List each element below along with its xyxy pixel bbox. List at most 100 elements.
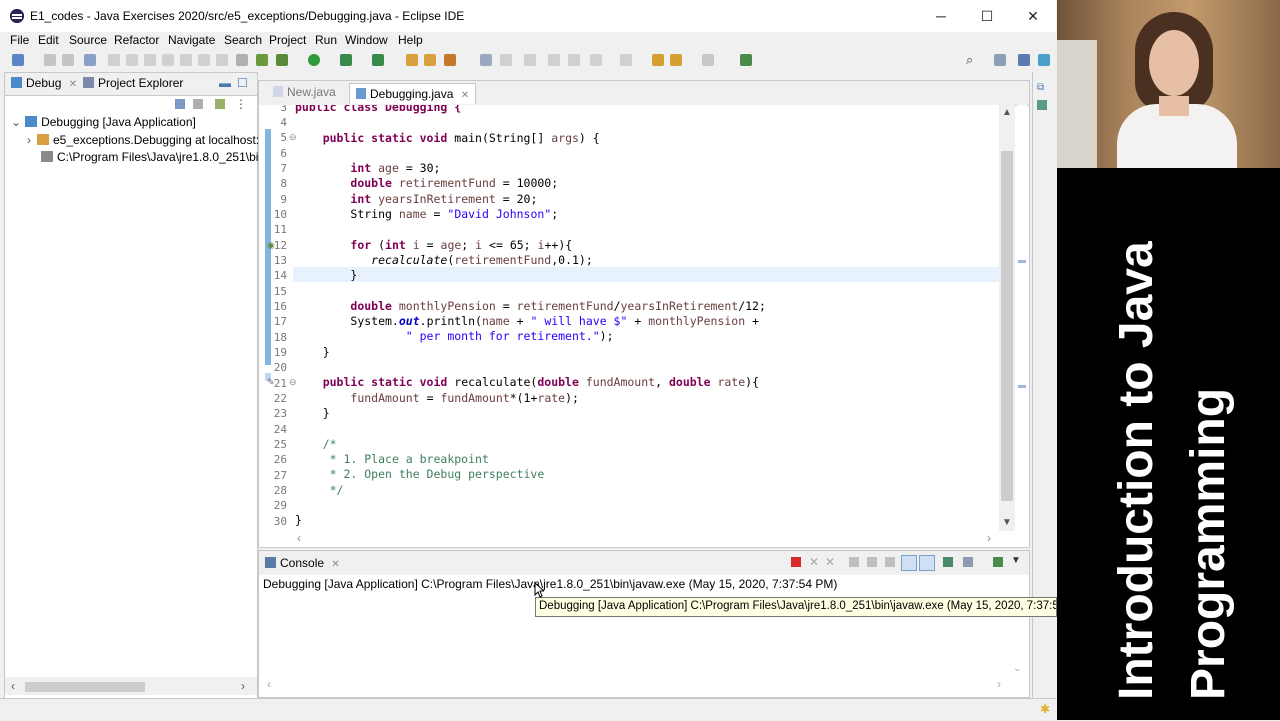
terminate-icon[interactable] — [791, 557, 801, 567]
editor-horizontal-scrollbar[interactable]: ‹ › — [259, 531, 1015, 545]
new-java-project-icon[interactable] — [406, 54, 418, 66]
remove-all-terminated-icon[interactable]: ✕ — [825, 555, 835, 569]
tab-new-java[interactable]: New.java — [273, 85, 336, 99]
scrollbar-thumb[interactable] — [25, 682, 145, 692]
toggle-mark-occurrences-icon[interactable] — [480, 54, 492, 66]
tree-item-process[interactable]: C:\Program Files\Java\jre1.8.0_251\bin\ — [41, 150, 268, 164]
forward-icon[interactable] — [702, 54, 714, 66]
close-button[interactable]: ✕ — [1010, 4, 1056, 28]
next-edit-icon[interactable] — [590, 54, 602, 66]
external-tools-icon[interactable] — [372, 54, 384, 66]
minimize-button[interactable]: ─ — [918, 4, 964, 28]
new-package-icon[interactable] — [424, 54, 436, 66]
breakpoint-marker-icon[interactable]: ◉ — [267, 240, 275, 251]
scroll-right-icon[interactable]: › — [997, 677, 1001, 691]
show-console-stdout-icon[interactable] — [901, 555, 917, 571]
scroll-down-icon[interactable]: ▼ — [1002, 517, 1012, 528]
word-wrap-icon[interactable] — [885, 557, 895, 567]
back-history-icon[interactable] — [670, 54, 682, 66]
menu-search[interactable]: Search — [224, 33, 262, 47]
chevron-down-icon[interactable]: ⌄ — [11, 115, 21, 129]
open-console-icon[interactable] — [993, 557, 1003, 567]
menu-source[interactable]: Source — [69, 33, 107, 47]
editor-vertical-scrollbar[interactable]: ▲ ▼ — [999, 105, 1015, 533]
pilcrow-icon[interactable] — [568, 54, 580, 66]
console-vertical-scrollbar[interactable]: ⌄ — [1011, 577, 1025, 687]
overview-ruler[interactable] — [1017, 105, 1027, 533]
scroll-left-icon[interactable]: ‹ — [11, 679, 15, 693]
scroll-right-icon[interactable]: › — [241, 679, 245, 693]
scroll-up-icon[interactable]: ▲ — [1002, 107, 1012, 118]
tree-item-java-application[interactable]: ⌄ Debugging [Java Application] — [11, 115, 196, 129]
use-step-filters-icon[interactable] — [256, 54, 268, 66]
terminate-icon[interactable] — [144, 54, 156, 66]
save-all-icon[interactable] — [62, 54, 74, 66]
disconnect-icon[interactable] — [162, 54, 174, 66]
lightbulb-icon[interactable]: ✱ — [1040, 702, 1050, 716]
tab-debug[interactable]: Debug ✕ — [11, 76, 77, 90]
menu-project[interactable]: Project — [269, 33, 306, 47]
tab-console[interactable]: Console ✕ — [265, 556, 340, 570]
menu-file[interactable]: File — [10, 33, 29, 47]
java-perspective-icon[interactable] — [1018, 54, 1030, 66]
maximize-button[interactable]: ☐ — [964, 4, 1010, 28]
scrollbar-thumb[interactable] — [1001, 151, 1013, 501]
tree-item-thread-group[interactable]: › e5_exceptions.Debugging at localhost: — [27, 133, 259, 147]
collapse-all-icon[interactable] — [175, 99, 185, 109]
restore-icon[interactable]: ⧉ — [1037, 82, 1044, 93]
chevron-right-icon[interactable]: › — [27, 133, 31, 147]
scroll-right-icon[interactable]: › — [987, 531, 991, 545]
close-tab-icon[interactable]: ✕ — [69, 79, 77, 90]
new-icon[interactable] — [12, 54, 24, 66]
scroll-down-icon[interactable]: ⌄ — [1013, 663, 1021, 674]
run-icon[interactable] — [308, 54, 320, 66]
open-type-icon[interactable] — [444, 54, 456, 66]
scroll-left-icon[interactable]: ‹ — [297, 531, 301, 545]
menu-run[interactable]: Run — [315, 33, 337, 47]
view-dropdown-icon[interactable]: ⋮ — [235, 97, 247, 111]
next-annotation-icon[interactable] — [500, 54, 512, 66]
view-menu-icon[interactable] — [215, 99, 225, 109]
pin-console-icon[interactable] — [943, 557, 953, 567]
toggle-block-icon[interactable] — [524, 54, 536, 66]
pin-editor-icon[interactable] — [740, 54, 752, 66]
scroll-left-icon[interactable]: ‹ — [267, 677, 271, 691]
menu-edit[interactable]: Edit — [38, 33, 59, 47]
skip-breakpoints-icon[interactable] — [84, 54, 96, 66]
remove-terminated-icon[interactable] — [193, 99, 203, 109]
close-tab-icon[interactable]: ✕ — [331, 559, 339, 570]
show-console-stderr-icon[interactable] — [919, 555, 935, 571]
menu-refactor[interactable]: Refactor — [114, 33, 159, 47]
show-whitespace-icon[interactable] — [548, 54, 560, 66]
previous-edit-icon[interactable] — [620, 54, 632, 66]
step-over-icon[interactable] — [198, 54, 210, 66]
save-icon[interactable] — [44, 54, 56, 66]
minimize-view-icon[interactable]: ▬ — [219, 76, 231, 90]
tab-project-explorer[interactable]: Project Explorer — [83, 76, 183, 90]
suspend-icon[interactable] — [126, 54, 138, 66]
drop-to-frame-icon[interactable] — [236, 54, 248, 66]
outline-icon[interactable] — [1037, 100, 1047, 110]
ruler-mark[interactable] — [1018, 260, 1026, 263]
ruler-mark[interactable] — [1018, 385, 1026, 388]
step-return-icon[interactable] — [216, 54, 228, 66]
console-horizontal-scrollbar[interactable]: ‹ › — [259, 677, 1011, 693]
menu-window[interactable]: Window — [345, 33, 388, 47]
open-perspective-icon[interactable] — [994, 54, 1006, 66]
menu-help[interactable]: Help — [398, 33, 423, 47]
debug-run-icon[interactable] — [276, 54, 288, 66]
scroll-lock-icon[interactable] — [867, 557, 877, 567]
view-menu-icon[interactable]: ▼ — [1011, 555, 1021, 566]
back-icon[interactable] — [652, 54, 664, 66]
display-selected-console-icon[interactable] — [963, 557, 973, 567]
debug-perspective-icon[interactable] — [1038, 54, 1050, 66]
search-icon[interactable]: ⌕ — [966, 53, 978, 66]
coverage-icon[interactable] — [340, 54, 352, 66]
remove-launch-icon[interactable]: ✕ — [809, 555, 819, 569]
close-tab-icon[interactable]: ✕ — [461, 90, 469, 101]
resume-icon[interactable] — [108, 54, 120, 66]
tab-debugging-java[interactable]: Debugging.java ✕ — [349, 83, 477, 104]
clear-console-icon[interactable] — [849, 557, 859, 567]
maximize-view-icon[interactable]: ☐ — [237, 76, 248, 90]
code-area[interactable]: 3 4 5 6 7 8 9 10 11 12 13 14 15 16 17 18… — [259, 105, 1015, 533]
